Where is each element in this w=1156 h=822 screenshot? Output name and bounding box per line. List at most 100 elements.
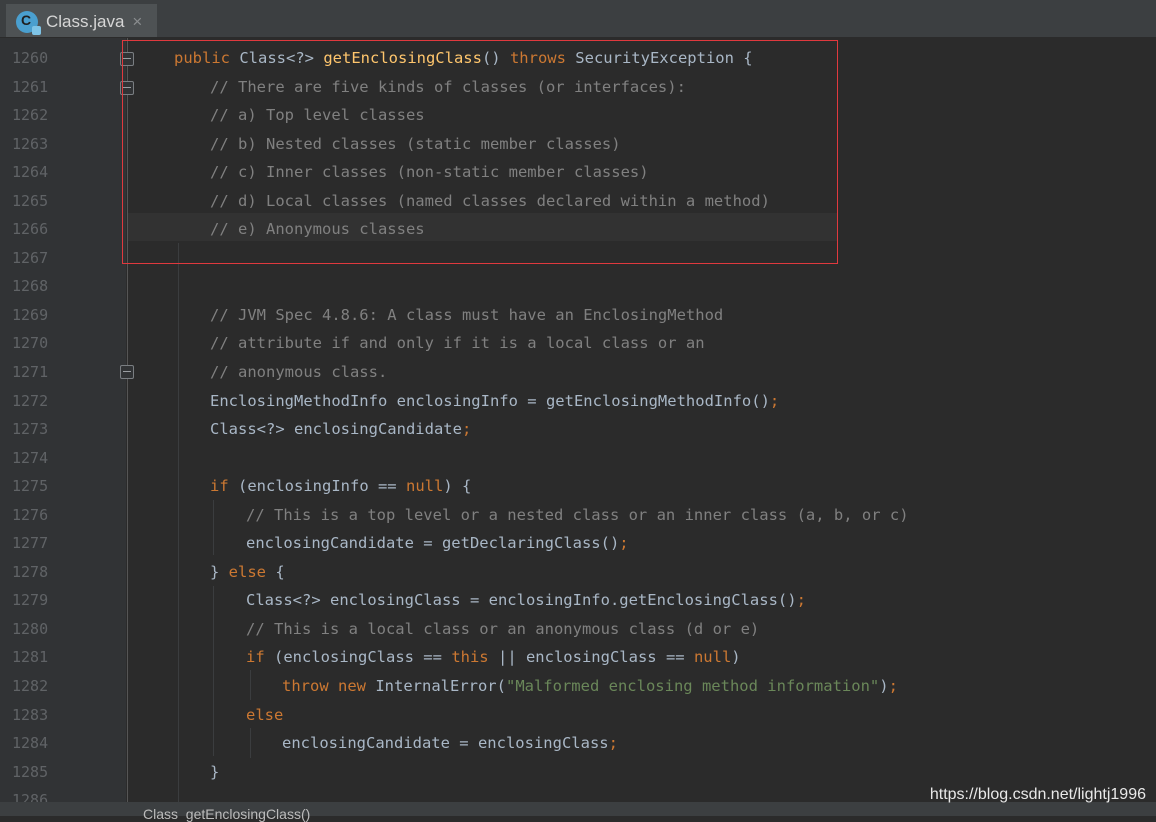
code-token: {: [275, 562, 285, 581]
code-text: if (enclosingInfo == null) {: [210, 472, 471, 501]
code-line[interactable]: 1285}: [0, 758, 1156, 787]
java-class-icon: C: [16, 10, 41, 35]
code-token: }: [210, 562, 229, 581]
code-text: Class<?> enclosingClass = enclosingInfo.…: [246, 586, 806, 615]
breadcrumb[interactable]: Class getEnclosingClass(): [143, 806, 310, 822]
code-token: // This is a top level or a nested class…: [246, 505, 909, 524]
code-token: InternalError(: [375, 677, 506, 696]
code-token: throw new: [282, 677, 376, 696]
line-number: 1272: [12, 391, 49, 410]
line-number: 1277: [12, 534, 49, 553]
code-token: ) {: [443, 477, 472, 496]
tab-label: Class.java: [46, 11, 125, 31]
line-number: 1281: [12, 648, 49, 667]
line-number: 1274: [12, 448, 49, 467]
code-token: enclosingCandidate = enclosingClass: [282, 734, 609, 753]
code-token: enclosingCandidate = getDeclaringClass(): [246, 534, 620, 553]
code-text: // This is a top level or a nested class…: [246, 501, 909, 530]
code-token: this: [451, 648, 498, 667]
line-number: 1260: [12, 49, 49, 67]
code-text: throw new InternalError("Malformed enclo…: [282, 672, 898, 701]
line-number: 1279: [12, 591, 49, 610]
code-token: null: [693, 648, 732, 667]
code-token: || enclosingClass ==: [497, 648, 694, 667]
line-number: 1271: [12, 363, 49, 382]
fold-marker-icon[interactable]: [120, 365, 134, 379]
code-token: null: [405, 477, 444, 496]
code-text: // This is a local class or an anonymous…: [246, 615, 759, 644]
line-number: 1264: [12, 163, 49, 182]
line-number: 1270: [12, 334, 49, 353]
code-token: Class<?> enclosingCandidate: [210, 420, 462, 439]
code-token: ): [731, 648, 741, 667]
code-line[interactable]: 1277 enclosingCandidate = getDeclaringCla…: [0, 529, 1156, 558]
line-number: 1276: [12, 505, 49, 524]
code-token: if: [246, 648, 274, 667]
code-line[interactable]: 1273 Class<?> enclosingCandidate;: [0, 415, 1156, 444]
code-line[interactable]: 1269 // JVM Spec 4.8.6: A class must have…: [0, 301, 1156, 330]
code-line[interactable]: 1274: [0, 444, 1156, 473]
code-token: "Malformed enclosing method information": [505, 677, 880, 696]
line-number: 1282: [12, 677, 49, 696]
code-token: ): [879, 677, 889, 696]
close-icon[interactable]: ×: [132, 12, 142, 32]
annotation-box: [122, 40, 838, 264]
line-number: 1268: [12, 277, 49, 296]
code-token: else: [246, 705, 284, 724]
code-line[interactable]: 1284 enclosingCandidate = enclosingClass;: [0, 729, 1156, 758]
code-token: // anonymous class.: [210, 363, 388, 382]
code-token: (enclosingClass ==: [274, 648, 452, 667]
line-number: 1262: [12, 106, 49, 125]
code-line[interactable]: 1275 if (enclosingInfo == null) {: [0, 472, 1156, 501]
code-token: ;: [769, 391, 780, 410]
line-number: 1269: [12, 305, 49, 324]
code-line[interactable]: 1281 if (enclosingClass == this || enclos…: [0, 643, 1156, 672]
code-line[interactable]: 1278} else {: [0, 558, 1156, 587]
line-number: 1273: [12, 420, 49, 439]
line-number: 1278: [12, 562, 49, 581]
line-number: 1267: [12, 248, 49, 267]
code-line[interactable]: 1272 EnclosingMethodInfo enclosingInfo = …: [0, 387, 1156, 416]
code-text: enclosingCandidate = getDeclaringClass()…: [246, 529, 629, 558]
code-line[interactable]: 1282 throw new InternalError("Malformed e…: [0, 672, 1156, 701]
code-token: (enclosingInfo ==: [238, 477, 406, 496]
code-token: else: [228, 562, 276, 581]
line-number: 1283: [12, 705, 49, 724]
code-token: ;: [796, 591, 806, 610]
code-token: ;: [461, 420, 472, 439]
code-token: ;: [608, 734, 618, 753]
tab-class-java[interactable]: C Class.java ×: [6, 4, 157, 37]
code-text: } else {: [210, 558, 285, 587]
line-number: 1280: [12, 619, 49, 638]
code-text: // anonymous class.: [210, 358, 387, 387]
line-number: 1261: [12, 77, 49, 96]
line-number: 1284: [12, 734, 49, 753]
code-token: EnclosingMethodInfo enclosingInfo = getE…: [210, 391, 770, 410]
code-line[interactable]: 1283 else: [0, 701, 1156, 730]
editor-tab-bar: C Class.java ×: [0, 0, 1156, 38]
code-token: if: [210, 477, 238, 496]
code-token: // attribute if and only if it is a loca…: [210, 334, 705, 353]
code-token: ;: [888, 677, 898, 696]
code-line[interactable]: 1280 // This is a local class or an anony…: [0, 615, 1156, 644]
code-text: }: [210, 758, 219, 787]
line-number: 1263: [12, 134, 49, 153]
line-number: 1285: [12, 762, 49, 781]
code-token: // JVM Spec 4.8.6: A class must have an …: [210, 305, 724, 324]
code-token: // This is a local class or an anonymous…: [246, 619, 760, 638]
code-token: ;: [619, 534, 629, 553]
code-line[interactable]: 1268: [0, 272, 1156, 301]
line-number: 1266: [12, 220, 49, 239]
code-line[interactable]: 1276 // This is a top level or a nested c…: [0, 501, 1156, 530]
code-text: // attribute if and only if it is a loca…: [210, 329, 705, 358]
code-line[interactable]: 1270 // attribute if and only if it is a …: [0, 329, 1156, 358]
code-text: Class<?> enclosingCandidate;: [210, 415, 471, 444]
code-line[interactable]: 1271 // anonymous class.: [0, 358, 1156, 387]
code-text: else: [246, 701, 283, 730]
line-number: 1265: [12, 191, 49, 210]
code-text: if (enclosingClass == this || enclosingC…: [246, 643, 741, 672]
code-token: Class<?> enclosingClass = enclosingInfo.…: [246, 591, 797, 610]
code-line[interactable]: 1279 Class<?> enclosingClass = enclosingI…: [0, 586, 1156, 615]
code-token: }: [210, 762, 220, 781]
watermark: https://blog.csdn.net/lightj1996: [929, 786, 1146, 803]
